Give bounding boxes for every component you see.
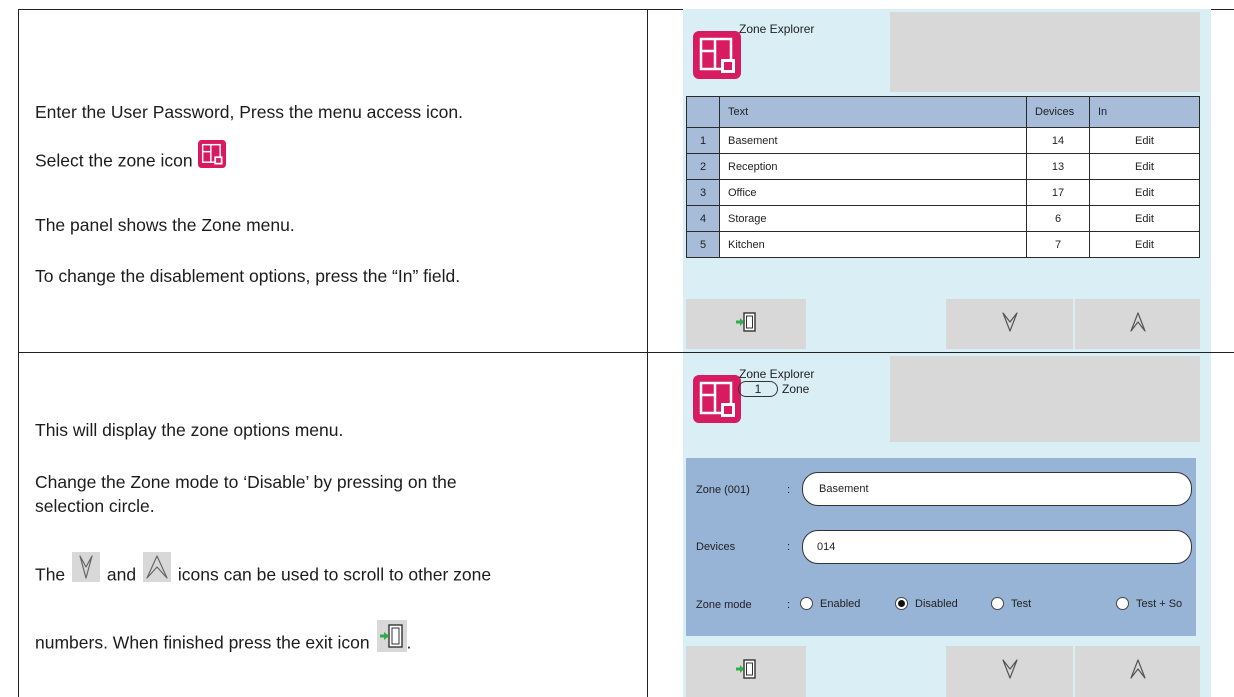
mode-enabled-radio[interactable]: Enabled (800, 597, 860, 610)
table-row[interactable]: 2 Reception 13 Edit (686, 153, 1200, 180)
instruction-select-zone: Select the zone icon (35, 140, 227, 176)
zone-number: 1 (738, 381, 778, 397)
chevron-down-icon (1001, 311, 1018, 338)
instruction-change-mode-line1: Change the Zone mode to ‘Disable’ by pre… (35, 472, 457, 492)
scroll-down-button[interactable] (946, 646, 1073, 697)
row-text: Storage (719, 205, 1027, 232)
header-devices: Devices (1026, 96, 1090, 128)
zone-options-area: Zone (001) : Basement Devices : 014 Zone… (686, 458, 1196, 636)
table-row[interactable]: 4 Storage 6 Edit (686, 205, 1200, 232)
table-border-center (647, 9, 648, 697)
instruction-scroll-rest: icons can be used to scroll to other zon… (177, 564, 492, 585)
zone-name-field[interactable]: Basement (802, 472, 1192, 506)
row-text: Reception (719, 153, 1027, 180)
devices-label: Devices (696, 541, 736, 553)
instruction-scroll: The and icons can be used to scroll to o… (35, 552, 492, 591)
zone-icon (198, 140, 227, 168)
mode-test-sounder-label: Test + So (1136, 597, 1183, 610)
mode-enabled-label: Enabled (820, 597, 861, 610)
row-number: 3 (686, 179, 720, 206)
header-in: In (1089, 96, 1200, 128)
mode-test-label: Test (1011, 597, 1032, 610)
row-edit-button[interactable]: Edit (1089, 153, 1200, 180)
table-row[interactable]: 1 Basement 14 Edit (686, 127, 1200, 154)
row-number: 5 (686, 231, 720, 258)
info-panel (890, 356, 1200, 442)
instruction-scroll-the: The (35, 564, 66, 585)
row-devices: 13 (1026, 153, 1090, 180)
info-panel (890, 12, 1200, 92)
screen-title: Zone Explorer (739, 367, 815, 381)
row-text: Kitchen (719, 231, 1027, 258)
exit-icon (735, 658, 757, 685)
instruction-change-mode-line2: selection circle. (35, 496, 155, 516)
instruction-finished-period: . (406, 632, 412, 653)
row-text: Basement (719, 127, 1027, 154)
scroll-down-button[interactable] (946, 299, 1073, 349)
zone-label: Zone (001) (696, 484, 750, 496)
exit-icon (735, 311, 757, 338)
zone-mode-label: Zone mode (696, 599, 752, 611)
row-devices: 7 (1026, 231, 1090, 258)
header-number (686, 96, 720, 128)
mode-test-sounder-radio[interactable]: Test + So (1116, 597, 1182, 610)
chevron-up-icon (142, 552, 171, 582)
instruction-finished: numbers. When finished press the exit ic… (35, 620, 412, 660)
mode-disabled-label: Disabled (915, 597, 958, 610)
row-edit-button[interactable]: Edit (1089, 205, 1200, 232)
table-border-left (18, 9, 19, 697)
row-edit-button[interactable]: Edit (1089, 179, 1200, 206)
exit-button[interactable] (686, 299, 806, 349)
instruction-display-options: This will display the zone options menu. (35, 420, 344, 440)
exit-icon (376, 620, 407, 652)
radio-circle[interactable] (991, 597, 1004, 610)
chevron-up-icon (1129, 311, 1146, 338)
row-devices: 17 (1026, 179, 1090, 206)
radio-circle[interactable] (800, 597, 813, 610)
instruction-disablement: To change the disablement options, press… (35, 266, 461, 286)
radio-circle-selected[interactable] (895, 597, 908, 610)
header-text: Text (719, 96, 1027, 128)
zone-icon[interactable] (693, 31, 741, 79)
mode-disabled-radio[interactable]: Disabled (895, 597, 958, 610)
radio-circle[interactable] (1116, 597, 1129, 610)
zone-mode-colon: : (787, 599, 791, 611)
table-row[interactable]: 3 Office 17 Edit (686, 179, 1200, 206)
row-text: Office (719, 179, 1027, 206)
chevron-down-icon (72, 552, 101, 582)
row-number: 4 (686, 205, 720, 232)
exit-button[interactable] (686, 646, 806, 697)
row-edit-button[interactable]: Edit (1089, 231, 1200, 258)
panel-screen-zone-list: Zone Explorer Text Devices In 1 Basement… (683, 9, 1211, 352)
mode-test-radio[interactable]: Test (991, 597, 1031, 610)
zone-table: Text Devices In 1 Basement 14 Edit 2 Rec… (686, 96, 1200, 258)
instruction-finished-text: numbers. When finished press the exit ic… (35, 632, 370, 653)
row-devices: 6 (1026, 205, 1090, 232)
scroll-up-button[interactable] (1075, 646, 1200, 697)
zone-icon (693, 375, 741, 423)
chevron-up-icon (1129, 658, 1146, 685)
table-header-row: Text Devices In (686, 96, 1200, 128)
chevron-down-icon (1001, 658, 1018, 685)
row-number: 1 (686, 127, 720, 154)
instruction-panel-shows: The panel shows the Zone menu. (35, 215, 295, 235)
row-devices: 14 (1026, 127, 1090, 154)
instruction-select-zone-text: Select the zone icon (35, 150, 193, 171)
zone-word: Zone (782, 382, 810, 396)
devices-colon: : (787, 541, 791, 553)
zone-colon: : (787, 484, 791, 496)
table-row[interactable]: 5 Kitchen 7 Edit (686, 231, 1200, 258)
row-edit-button[interactable]: Edit (1089, 127, 1200, 154)
zone-number-badge: 1 Zone (738, 381, 809, 397)
panel-screen-zone-options: Zone Explorer 1 Zone Zone (001) : Baseme… (683, 353, 1211, 697)
instruction-change-mode: Change the Zone mode to ‘Disable’ by pre… (35, 470, 457, 518)
row-number: 2 (686, 153, 720, 180)
devices-field[interactable]: 014 (802, 530, 1192, 564)
screen-title: Zone Explorer (739, 22, 815, 36)
scroll-up-button[interactable] (1075, 299, 1200, 349)
instruction-password: Enter the User Password, Press the menu … (35, 102, 463, 122)
instruction-scroll-and: and (106, 564, 137, 585)
